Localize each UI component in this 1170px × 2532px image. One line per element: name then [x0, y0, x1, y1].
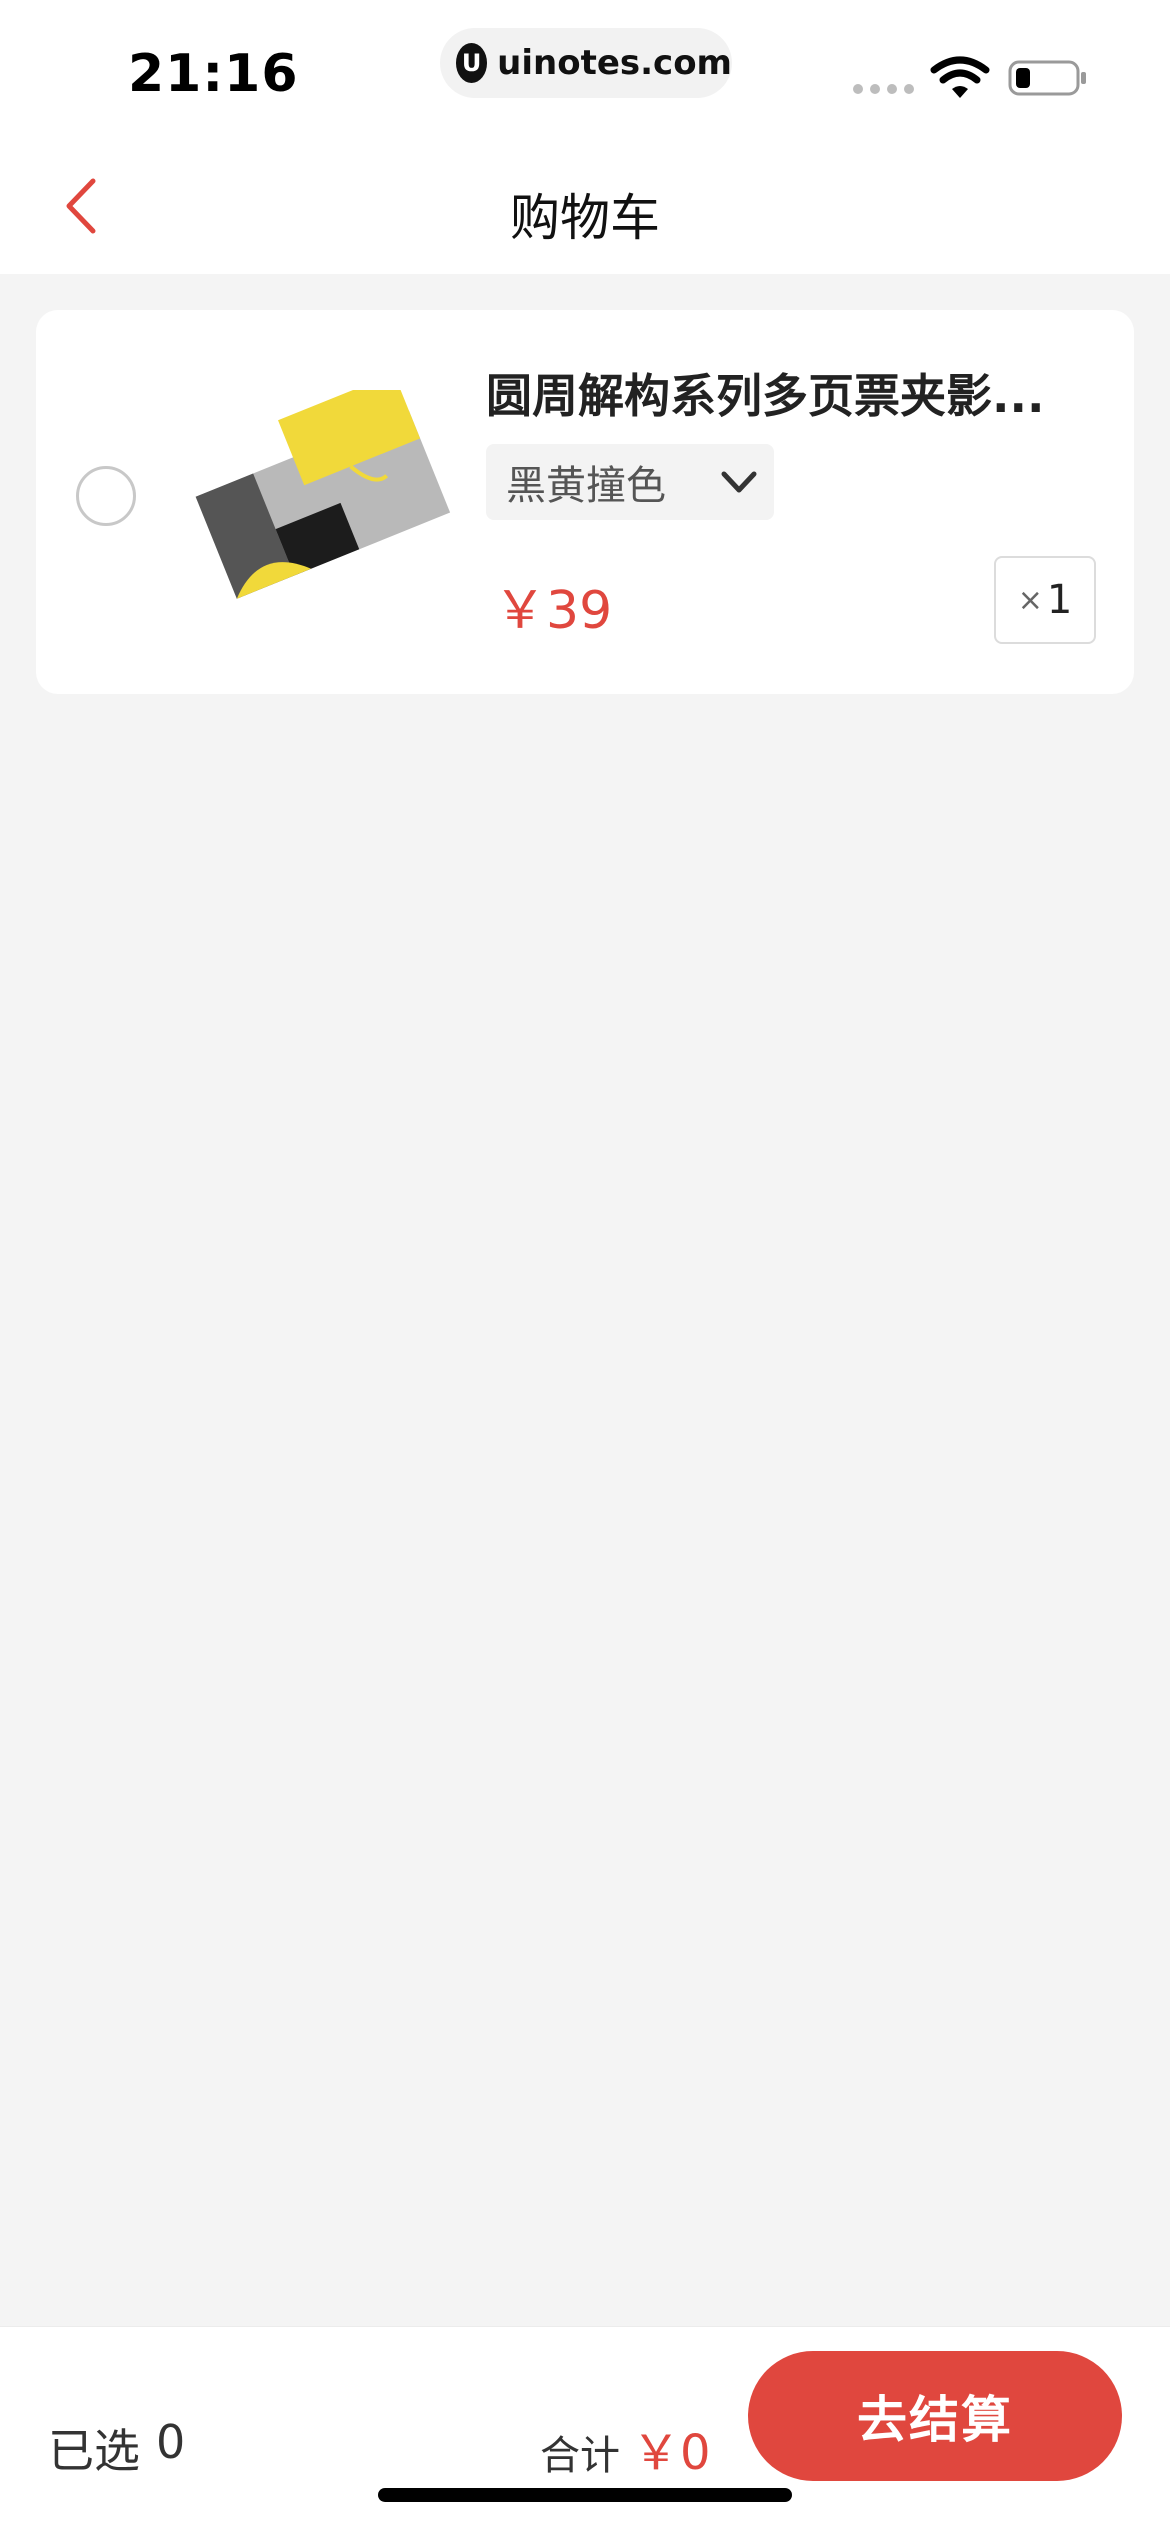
url-text: uinotes.com — [497, 43, 732, 83]
selected-count: 0 — [156, 2415, 186, 2469]
variant-label: 黑黄撞色 — [506, 463, 666, 509]
selected-summary: 已选 0 — [48, 2415, 185, 2481]
page-title: 购物车 — [510, 189, 660, 247]
product-image[interactable] — [186, 390, 456, 610]
quantity-prefix: × — [1017, 582, 1043, 618]
url-pill[interactable]: U uinotes.com — [440, 28, 732, 98]
nav-header: 购物车 — [0, 140, 1170, 274]
wifi-icon — [930, 56, 990, 98]
total-label: 合计 — [540, 2433, 620, 2479]
signal-icon — [853, 84, 914, 94]
total-value: ￥0 — [632, 2425, 711, 2481]
select-item-radio[interactable] — [76, 466, 136, 526]
cart-page: 21:16 U uinotes.com 购物车 圆周解构系列多页票夹影... 黑… — [0, 0, 1170, 2532]
status-time: 21:16 — [128, 44, 299, 104]
selected-label: 已选 — [48, 2424, 140, 2478]
total-summary: 合计 ￥0 — [540, 2413, 711, 2483]
site-logo-icon: U — [456, 43, 488, 83]
status-bar: 21:16 U uinotes.com — [0, 0, 1170, 140]
cart-item-card: 圆周解构系列多页票夹影... 黑黄撞色 ￥39 × 1 — [36, 310, 1134, 694]
checkout-button[interactable]: 去结算 — [748, 2351, 1122, 2481]
product-title[interactable]: 圆周解构系列多页票夹影... — [486, 360, 1106, 426]
variant-selector[interactable]: 黑黄撞色 — [486, 444, 774, 520]
product-price: ￥39 — [494, 581, 613, 641]
chevron-down-icon — [721, 471, 757, 493]
quantity-stepper[interactable]: × 1 — [994, 556, 1096, 644]
quantity-value: 1 — [1046, 577, 1073, 623]
battery-icon — [1008, 60, 1086, 96]
home-indicator[interactable] — [378, 2488, 792, 2502]
